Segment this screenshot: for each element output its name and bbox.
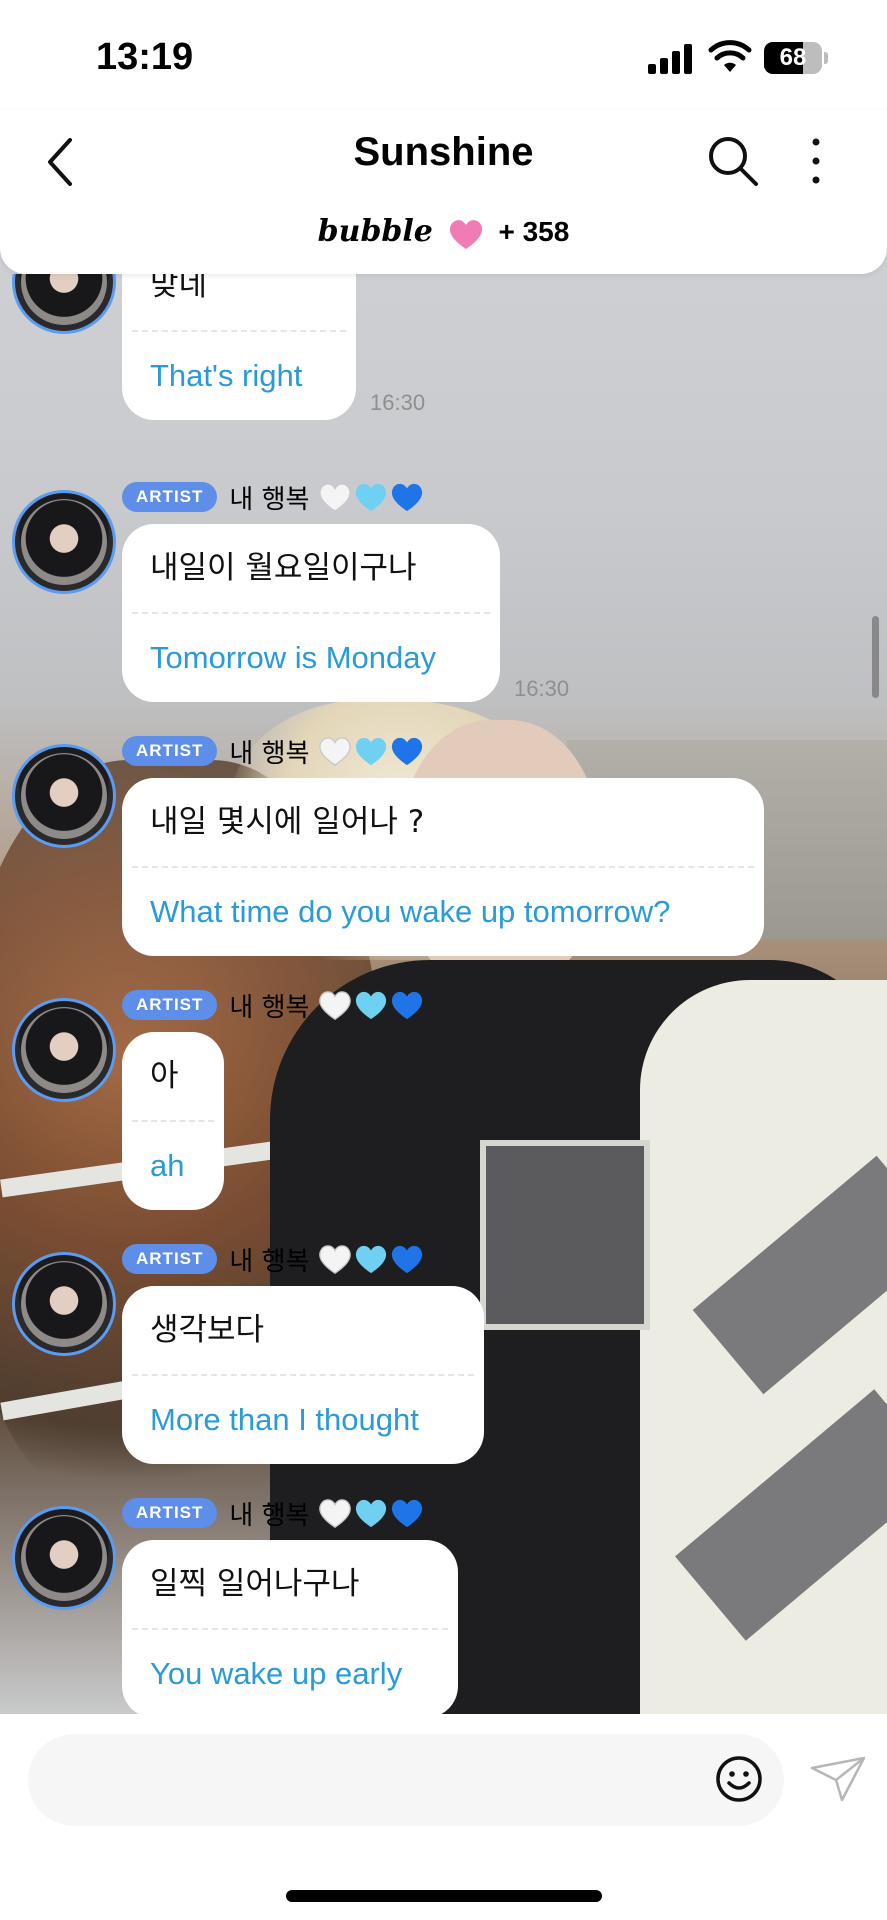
light-blue-heart-icon	[356, 1245, 387, 1274]
heart-emojis	[317, 989, 425, 1021]
white-heart-icon	[319, 737, 352, 766]
subscriber-line: bubble + 358	[0, 214, 887, 251]
sender-line: ARTIST 내 행복	[122, 988, 425, 1023]
blue-heart-icon	[392, 483, 423, 512]
battery-icon: 68	[764, 42, 828, 74]
cellular-signal-icon	[648, 44, 692, 74]
blue-heart-icon	[392, 991, 423, 1020]
blue-heart-icon	[392, 1499, 423, 1528]
sender-nickname: 내 행복	[229, 1246, 310, 1277]
message-bubble[interactable]: 아 ah	[122, 1032, 224, 1210]
message-translation: You wake up early	[150, 1656, 403, 1691]
message-korean: 생각보다	[150, 1312, 265, 1348]
white-heart-icon	[319, 483, 352, 512]
wifi-icon	[708, 40, 752, 72]
message-bubble[interactable]: 내일 몇시에 일어나 ? What time do you wake up to…	[122, 778, 764, 956]
message-time: 16:30	[514, 676, 570, 701]
message-translation: ah	[150, 1148, 185, 1183]
blue-heart-icon	[392, 1245, 423, 1274]
message-translation: Tomorrow is Monday	[150, 640, 436, 675]
sender-nickname: 내 행복	[229, 1500, 310, 1531]
message-bubble[interactable]: 일찍 일어나구나 You wake up early	[122, 1540, 458, 1714]
message-bubble[interactable]: 생각보다 More than I thought	[122, 1286, 484, 1464]
heart-emojis	[317, 481, 425, 513]
message-input[interactable]	[28, 1734, 784, 1826]
white-heart-icon	[319, 991, 352, 1020]
light-blue-heart-icon	[356, 483, 387, 512]
search-icon[interactable]	[706, 134, 760, 188]
artist-badge: ARTIST	[122, 990, 218, 1020]
bubble-brand: bubble	[317, 214, 433, 249]
chat-header: Sunshine bubble + 358	[0, 110, 887, 274]
artist-avatar[interactable]	[12, 490, 116, 594]
status-time: 13:19	[96, 36, 194, 78]
sender-nickname: 내 행복	[229, 738, 310, 769]
message-translation: More than I thought	[150, 1402, 419, 1437]
message-translation: That's right	[150, 358, 303, 393]
sender-nickname: 내 행복	[229, 992, 310, 1023]
blue-heart-icon	[392, 737, 423, 766]
home-indicator	[286, 1890, 602, 1902]
sender-line: ARTIST 내 행복	[122, 1496, 425, 1531]
message-time: 16:30	[370, 390, 426, 415]
artist-avatar[interactable]	[12, 998, 116, 1102]
artist-avatar[interactable]	[12, 1506, 116, 1610]
artist-badge: ARTIST	[122, 482, 218, 512]
heart-emojis	[317, 1243, 425, 1275]
white-heart-icon	[319, 1499, 352, 1528]
send-icon[interactable]	[808, 1754, 868, 1804]
white-heart-icon	[319, 1245, 352, 1274]
pink-heart-icon	[449, 219, 482, 249]
light-blue-heart-icon	[356, 991, 387, 1020]
sender-line: ARTIST 내 행복	[122, 480, 425, 515]
scrollbar[interactable]	[872, 616, 879, 698]
artist-badge: ARTIST	[122, 736, 218, 766]
light-blue-heart-icon	[356, 1499, 387, 1528]
artist-badge: ARTIST	[122, 1498, 218, 1528]
message-korean: 맞네	[150, 274, 208, 303]
sender-line: ARTIST 내 행복	[122, 734, 425, 769]
heart-emojis	[317, 1497, 425, 1529]
message-korean: 내일이 월요일이구나	[150, 550, 417, 586]
sender-nickname: 내 행복	[229, 484, 310, 515]
input-bar	[0, 1714, 887, 1920]
artist-avatar[interactable]	[12, 744, 116, 848]
message-bubble[interactable]: 맞네 That's right	[122, 274, 356, 420]
status-bar: 13:19 68	[0, 0, 887, 110]
message-list[interactable]: 맞네 That's right 16:30 ARTIST 내 행복 내일이 월요…	[0, 274, 887, 1714]
message-korean: 내일 몇시에 일어나 ?	[150, 804, 425, 840]
artist-avatar[interactable]	[12, 274, 116, 334]
more-vertical-icon[interactable]	[808, 136, 824, 186]
artist-badge: ARTIST	[122, 1244, 218, 1274]
battery-percent: 68	[779, 44, 807, 71]
light-blue-heart-icon	[356, 737, 387, 766]
message-translation: What time do you wake up tomorrow?	[150, 894, 671, 929]
heart-emojis	[317, 735, 425, 767]
message-bubble[interactable]: 내일이 월요일이구나 Tomorrow is Monday	[122, 524, 500, 702]
message-korean: 일찍 일어나구나	[150, 1566, 360, 1602]
artist-avatar[interactable]	[12, 1252, 116, 1356]
message-korean: 아	[150, 1058, 179, 1094]
member-count: + 358	[498, 216, 570, 247]
emoji-icon[interactable]	[714, 1754, 764, 1804]
sender-line: ARTIST 내 행복	[122, 1242, 425, 1277]
